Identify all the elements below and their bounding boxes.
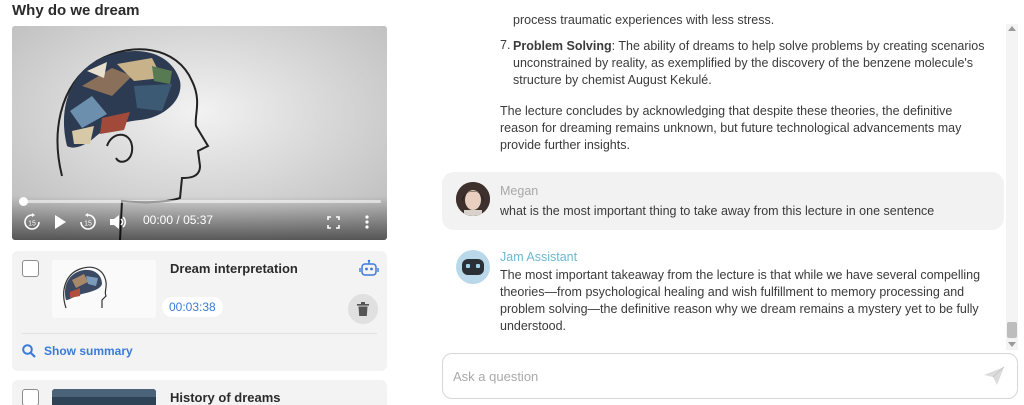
fullscreen-button[interactable] — [325, 212, 341, 232]
list-item-partial: process traumatic experiences with less … — [513, 13, 775, 27]
show-summary-label: Show summary — [44, 344, 133, 358]
video-controls: 15 15 00:00 / 05:37 — [12, 196, 387, 240]
robot-icon — [462, 259, 484, 275]
send-button[interactable] — [983, 366, 1007, 388]
video-select-checkbox[interactable] — [22, 389, 39, 405]
show-summary-link[interactable]: Show summary — [22, 344, 133, 358]
video-duration: 00:03:38 — [162, 297, 223, 317]
video-progress-bar[interactable] — [19, 197, 381, 206]
play-icon — [55, 215, 66, 229]
skip-back-15-button[interactable]: 15 — [22, 212, 42, 232]
video-player[interactable]: 15 15 00:00 / 05:37 — [12, 26, 387, 240]
video-thumbnail[interactable] — [52, 389, 156, 405]
send-icon — [984, 366, 1005, 385]
scroll-down-arrow-icon[interactable] — [1008, 342, 1016, 347]
scroll-up-arrow-icon[interactable] — [1008, 26, 1016, 31]
sender-name: Jam Assistant — [500, 250, 578, 264]
avatar — [456, 182, 490, 216]
robot-icon[interactable] — [359, 259, 379, 279]
time-separator: / — [176, 213, 180, 227]
trash-icon — [357, 302, 369, 316]
volume-icon — [110, 215, 126, 229]
user-message: what is the most important thing to take… — [500, 204, 935, 218]
thumbnail-image — [52, 260, 156, 318]
video-card[interactable]: History of dreams — [12, 380, 387, 405]
video-title[interactable]: Dream interpretation — [170, 261, 298, 276]
assistant-message: The most important takeaway from the lec… — [500, 268, 981, 333]
skip-forward-15-button[interactable]: 15 — [78, 212, 98, 232]
video-title[interactable]: History of dreams — [170, 390, 281, 405]
user-avatar-image — [456, 182, 490, 216]
skip-forward-icon: 15 — [80, 213, 96, 230]
sender-name: Megan — [500, 184, 539, 198]
svg-text:15: 15 — [28, 221, 36, 228]
current-time: 00:00 — [143, 213, 174, 227]
thumbnail-image — [52, 389, 156, 405]
chat-transcript[interactable]: process traumatic experiences with less … — [440, 0, 1006, 350]
svg-text:15: 15 — [84, 221, 92, 228]
video-thumbnail[interactable] — [52, 260, 156, 318]
ask-question-box[interactable] — [442, 353, 1018, 399]
video-time: 00:00 / 05:37 — [143, 213, 213, 227]
video-select-checkbox[interactable] — [22, 260, 39, 277]
list-item-term: Problem Solving — [513, 39, 612, 53]
play-button[interactable] — [52, 212, 68, 232]
more-options-button[interactable] — [361, 212, 373, 232]
video-card[interactable]: Dream interpretation 00:03:38 Show summa… — [12, 251, 387, 371]
search-icon — [22, 344, 36, 358]
card-divider — [22, 333, 377, 334]
chat-scrollbar[interactable] — [1006, 24, 1018, 350]
more-vertical-icon — [365, 215, 369, 229]
video-progress-handle[interactable] — [19, 197, 28, 206]
skip-back-icon: 15 — [24, 213, 40, 230]
delete-button[interactable] — [348, 294, 378, 324]
volume-button[interactable] — [108, 212, 128, 232]
avatar — [456, 250, 490, 284]
list-item-number: 7. — [500, 38, 511, 52]
user-message-bubble: Megan what is the most important thing t… — [442, 172, 1004, 230]
ask-question-input[interactable] — [453, 364, 973, 388]
total-time: 05:37 — [183, 213, 214, 227]
page-title: Why do we dream — [12, 2, 140, 19]
scrollbar-thumb[interactable] — [1007, 322, 1017, 338]
list-item: Problem Solving: The ability of dreams t… — [513, 38, 993, 89]
summary-conclusion: The lecture concludes by acknowledging t… — [500, 104, 962, 152]
fullscreen-icon — [326, 215, 340, 229]
